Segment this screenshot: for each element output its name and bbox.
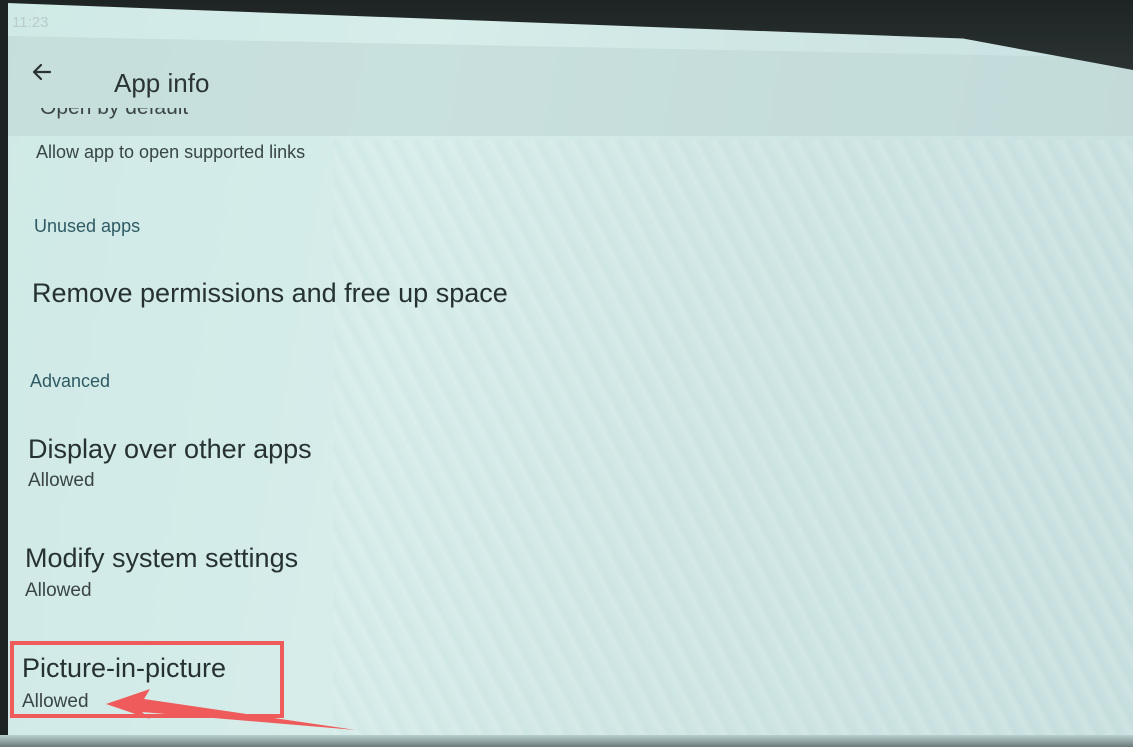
open-by-default-title: Open by default xyxy=(40,108,260,122)
screen-bezel-bottom xyxy=(0,735,1133,747)
photo-of-screen: 11:23 App info Open by default Allow app… xyxy=(0,0,1133,747)
section-advanced: Advanced xyxy=(30,371,111,391)
page-title: App info xyxy=(114,68,210,98)
remove-permissions-label: Remove permissions and free up space xyxy=(32,278,508,308)
open-by-default-row[interactable]: Open by default Allow app to open suppor… xyxy=(36,104,1036,168)
remove-permissions-row[interactable]: Remove permissions and free up space xyxy=(32,278,1032,328)
modify-system-settings-row[interactable]: Modify system settings Allowed xyxy=(25,543,1025,605)
highlight-box xyxy=(10,641,284,718)
back-arrow-icon[interactable] xyxy=(28,58,56,86)
screen-bezel-left xyxy=(0,0,8,747)
section-unused-apps: Unused apps xyxy=(34,216,141,236)
modify-system-settings-title: Modify system settings xyxy=(25,543,299,573)
status-time: 11:23 xyxy=(12,14,49,31)
open-by-default-subtitle: Allow app to open supported links xyxy=(36,142,306,162)
display-over-other-apps-row[interactable]: Display over other apps Allowed xyxy=(28,434,1028,496)
display-over-other-apps-status: Allowed xyxy=(28,470,95,491)
display-over-other-apps-title: Display over other apps xyxy=(28,434,312,464)
modify-system-settings-status: Allowed xyxy=(25,580,92,601)
